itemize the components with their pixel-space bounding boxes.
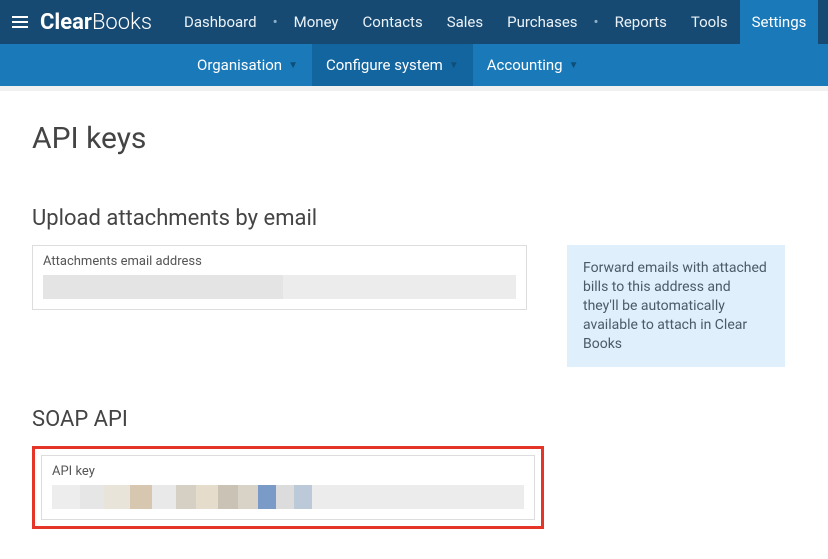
- api-key-value-redacted: [52, 485, 524, 509]
- nav-tools[interactable]: Tools: [679, 0, 740, 44]
- brand-logo[interactable]: ClearBooks: [40, 10, 172, 35]
- nav-reports[interactable]: Reports: [603, 0, 679, 44]
- subnav-accounting[interactable]: Accounting ▼: [473, 44, 593, 86]
- nav-separator: •: [269, 0, 282, 44]
- nav-separator: •: [590, 0, 603, 44]
- nav-dashboard[interactable]: Dashboard: [172, 0, 269, 44]
- upload-info-box: Forward emails with attached bills to th…: [567, 245, 785, 367]
- nav-purchases[interactable]: Purchases: [495, 0, 589, 44]
- chevron-down-icon: ▼: [569, 60, 579, 71]
- subnav-label: Configure system: [326, 56, 443, 74]
- menu-icon[interactable]: [0, 16, 40, 28]
- chevron-down-icon: ▼: [288, 60, 298, 71]
- subnav-label: Organisation: [197, 56, 282, 74]
- nav-settings[interactable]: Settings: [740, 0, 819, 44]
- page-title: API keys: [32, 121, 796, 156]
- brand-part2: Books: [92, 10, 152, 35]
- nav-sales[interactable]: Sales: [435, 0, 495, 44]
- chevron-down-icon: ▼: [449, 60, 459, 71]
- subnav-organisation[interactable]: Organisation ▼: [183, 44, 312, 86]
- topnav-items: Dashboard • Money Contacts Sales Purchas…: [172, 0, 818, 44]
- subnav-configure-system[interactable]: Configure system ▼: [312, 44, 473, 86]
- upload-row: Attachments email address Forward emails…: [32, 245, 796, 367]
- api-key-label: API key: [52, 464, 524, 479]
- attachments-email-label: Attachments email address: [43, 254, 516, 269]
- subnav-label: Accounting: [487, 56, 563, 74]
- brand-part1: Clear: [40, 10, 92, 35]
- soap-highlight-box: API key: [32, 446, 544, 529]
- nav-money[interactable]: Money: [282, 0, 351, 44]
- upload-heading: Upload attachments by email: [32, 206, 796, 231]
- api-key-card: API key: [41, 455, 535, 520]
- attachments-email-value-redacted: [43, 275, 516, 299]
- top-nav: ClearBooks Dashboard • Money Contacts Sa…: [0, 0, 828, 44]
- attachments-email-card: Attachments email address: [32, 245, 527, 310]
- soap-heading: SOAP API: [32, 407, 796, 432]
- nav-contacts[interactable]: Contacts: [351, 0, 435, 44]
- sub-nav: Organisation ▼ Configure system ▼ Accoun…: [0, 44, 828, 86]
- page-content: API keys Upload attachments by email Att…: [0, 91, 828, 559]
